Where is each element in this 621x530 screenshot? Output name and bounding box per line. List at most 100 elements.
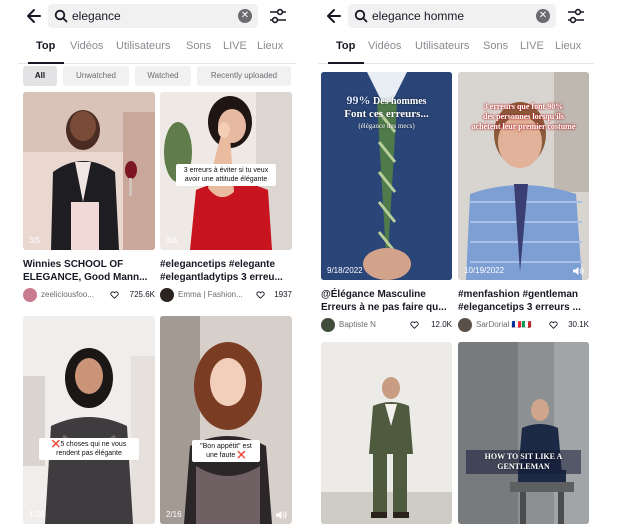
tab-videos[interactable]: Vidéos [368, 40, 401, 52]
video-card[interactable]: ❌5 choses qui ne vous rendent pas élégan… [23, 316, 155, 524]
caption-line: #elegancetips #elegante [160, 259, 276, 270]
video-overlay-text: HOW TO SIT LIKE A GENTLEMAN [466, 450, 581, 474]
overlay-line: des personnes lorsqu'ils [483, 112, 564, 121]
chip-unwatched[interactable]: Unwatched [63, 66, 129, 86]
clear-icon[interactable]: ✕ [238, 9, 252, 23]
search-results-panel-elegance: elegance ✕ Top Vidéos Utilisateurs Sons … [18, 0, 296, 530]
video-card[interactable] [321, 342, 452, 524]
video-thumbnail[interactable]: 3/5 [23, 92, 155, 250]
video-card[interactable]: 3/5 Winnies SCHOOL OF ELEGANCE, Good Man… [23, 92, 155, 304]
overlay-line: Font ces erreurs... [344, 108, 429, 120]
chip-watched[interactable]: Watched [135, 66, 191, 86]
avatar[interactable] [23, 288, 37, 302]
tab-live[interactable]: LIVE [520, 40, 544, 52]
video-overlay-text: 3 erreurs à éviter si tu veux avoir une … [176, 164, 276, 186]
video-thumbnail[interactable]: 3 erreurs que font 90% des personnes lor… [458, 72, 589, 280]
author-name[interactable]: Baptiste N [339, 320, 399, 329]
search-icon [354, 9, 368, 23]
video-card[interactable]: 3 erreurs à éviter si tu veux avoir une … [160, 92, 292, 304]
video-card[interactable]: 3 erreurs que font 90% des personnes lor… [458, 72, 589, 334]
video-thumbnail[interactable]: 99% Des hommes Font ces erreurs... (élég… [321, 72, 452, 280]
search-results-panel-elegance-homme: elegance homme ✕ Top Vidéos Utilisateurs… [318, 0, 594, 530]
tab-users[interactable]: Utilisateurs [415, 40, 469, 52]
overlay-accent: 99% [346, 93, 371, 107]
video-meta: zeeliciousfoo... 725.6K [23, 288, 155, 302]
search-input[interactable]: elegance homme ✕ [348, 4, 556, 28]
filter-settings-icon[interactable] [268, 6, 288, 26]
overlay-line: achètent leur premier costume [471, 122, 576, 131]
author-name[interactable]: zeeliciousfoo... [41, 290, 107, 299]
filter-chips: All Unwatched Watched Recently uploaded [18, 66, 296, 86]
back-arrow-icon[interactable] [24, 4, 44, 28]
video-caption: #elegancetips #elegante #elegantladytips… [160, 258, 292, 284]
slide-counter: 2/16 [166, 510, 182, 519]
video-thumbnail[interactable]: "Bon appétit" est une faute ❌ 2/16 [160, 316, 292, 524]
video-caption: #menfashion #gentleman #elegancetips 3 e… [458, 288, 589, 314]
overlay-line: Des hommes [372, 96, 427, 107]
caption-line: #elegantladytips 3 erreu... [160, 272, 283, 283]
author-name[interactable]: Emma | Fashion... [178, 290, 250, 299]
tab-users[interactable]: Utilisateurs [116, 40, 170, 52]
video-meta: Emma | Fashion... 1937 [160, 288, 292, 302]
tab-videos[interactable]: Vidéos [70, 40, 103, 52]
heart-icon [549, 321, 558, 329]
tab-sounds[interactable]: Sons [483, 40, 508, 52]
cross-mark-icon: ❌ [237, 452, 246, 459]
overlay-line: 5 choses qui ne vous rendent pas élégant… [56, 441, 127, 457]
author-name[interactable]: SarDorial 🇫🇷🇮🇹 [476, 320, 548, 329]
caption-line: @Élégance Masculine [321, 289, 426, 300]
video-thumbnail[interactable]: ❌5 choses qui ne vous rendent pas élégan… [23, 316, 155, 524]
tab-top[interactable]: Top [336, 40, 355, 52]
avatar[interactable] [458, 318, 472, 332]
tab-live[interactable]: LIVE [223, 40, 247, 52]
overlay-line: 3 erreurs que font 90% [483, 102, 564, 111]
chip-recently-uploaded[interactable]: Recently uploaded [197, 66, 291, 86]
avatar[interactable] [160, 288, 174, 302]
search-query: elegance [72, 9, 121, 23]
video-overlay-text: 99% Des hommes Font ces erreurs... (élég… [325, 94, 448, 132]
clear-icon[interactable]: ✕ [536, 9, 550, 23]
caption-line: ELEGANCE, Good Mann... [23, 272, 148, 283]
active-tab-indicator [28, 62, 64, 64]
search-bar: elegance homme ✕ [318, 4, 594, 28]
search-tabs: Top Vidéos Utilisateurs Sons LIVE Lieux [318, 36, 594, 64]
tab-sounds[interactable]: Sons [186, 40, 211, 52]
search-tabs: Top Vidéos Utilisateurs Sons LIVE Lieux [18, 36, 296, 64]
video-caption: Winnies SCHOOL OF ELEGANCE, Good Mann... [23, 258, 155, 284]
filter-settings-icon[interactable] [566, 6, 586, 26]
like-count: 30.1K [568, 320, 589, 329]
video-overlay-text: ❌5 choses qui ne vous rendent pas élégan… [39, 438, 139, 460]
heart-icon [110, 291, 119, 299]
video-thumbnail[interactable]: 3 erreurs à éviter si tu veux avoir une … [160, 92, 292, 250]
video-card[interactable]: "Bon appétit" est une faute ❌ 2/16 [160, 316, 292, 524]
like-count: 12.0K [431, 320, 452, 329]
tab-places[interactable]: Lieux [555, 40, 581, 52]
heart-icon [256, 291, 265, 299]
slide-counter: 3/8 [166, 236, 178, 245]
avatar[interactable] [321, 318, 335, 332]
video-meta: Baptiste N 12.0K [321, 318, 452, 332]
like-count: 1937 [274, 290, 292, 299]
upload-date: 10/19/2022 [464, 266, 505, 275]
video-overlay-text: "Bon appétit" est une faute ❌ [192, 440, 260, 462]
caption-line: Erreurs à ne pas faire qu... [321, 302, 447, 313]
caption-line: #menfashion #gentleman [458, 289, 579, 300]
search-input[interactable]: elegance ✕ [48, 4, 258, 28]
caption-line: Winnies SCHOOL OF [23, 259, 124, 270]
tab-places[interactable]: Lieux [257, 40, 283, 52]
video-thumbnail[interactable] [321, 342, 452, 524]
search-query: elegance homme [372, 9, 465, 23]
overlay-line: HOW TO SIT LIKE A [484, 452, 563, 461]
back-arrow-icon[interactable] [324, 4, 344, 28]
volume-icon[interactable] [275, 510, 287, 520]
search-icon [54, 9, 68, 23]
video-thumbnail[interactable]: HOW TO SIT LIKE A GENTLEMAN [458, 342, 589, 524]
slide-counter: 3/5 [29, 236, 41, 245]
video-card[interactable]: HOW TO SIT LIKE A GENTLEMAN [458, 342, 589, 524]
video-meta: SarDorial 🇫🇷🇮🇹 30.1K [458, 318, 589, 332]
overlay-line: (élégance des mecs) [358, 122, 415, 130]
video-card[interactable]: 99% Des hommes Font ces erreurs... (élég… [321, 72, 452, 334]
chip-all[interactable]: All [23, 66, 57, 86]
tab-top[interactable]: Top [36, 40, 55, 52]
volume-icon[interactable] [572, 266, 584, 276]
